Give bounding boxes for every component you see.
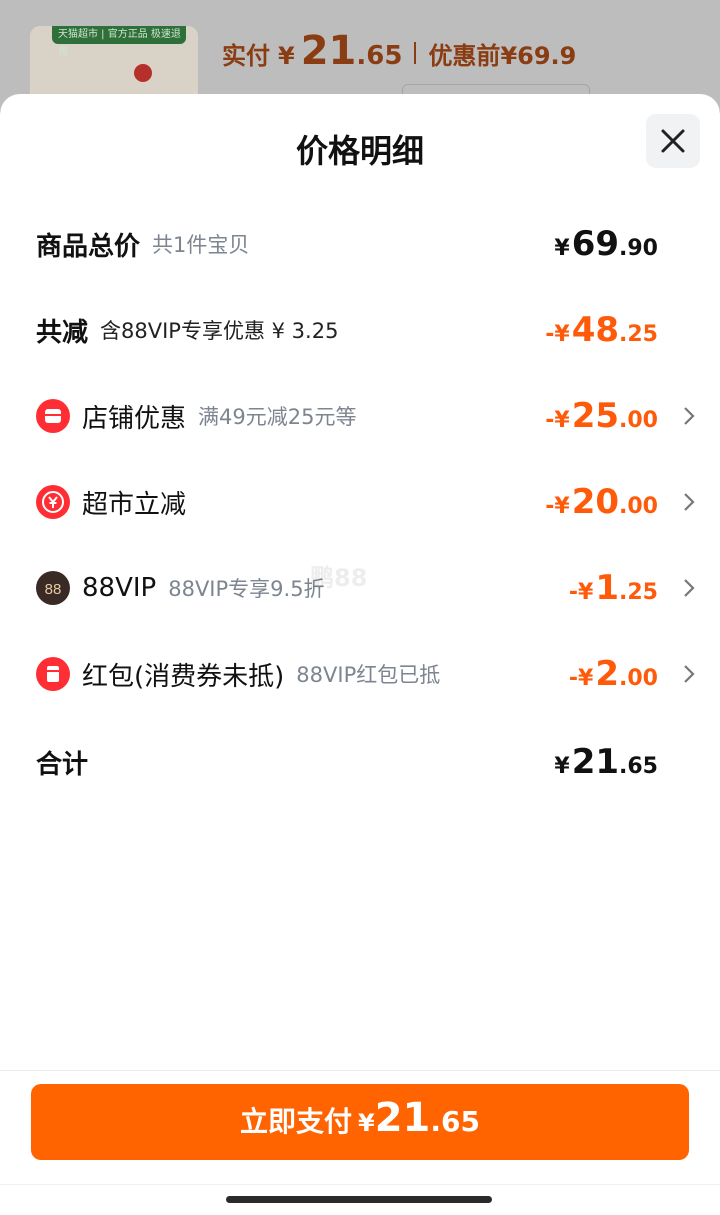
paid-dec: .65	[356, 41, 403, 71]
home-indicator[interactable]	[226, 1196, 492, 1203]
background-price-row: 实付 ¥ 21 .65 优惠前 ¥69.9	[222, 28, 576, 78]
amount-yen: -¥	[545, 408, 570, 433]
amount-dec: .65	[619, 754, 658, 779]
amount-int: 1	[595, 568, 620, 608]
row-sublabel: 共1件宝贝	[152, 233, 250, 257]
sheet-title: 价格明细	[295, 132, 424, 170]
row-shop-discount[interactable]: 店铺优惠 满49元减25元等 -¥ 25 .00	[36, 386, 696, 446]
thumbnail-tag: 天猫超市 | 官方正品 极速退货	[52, 26, 186, 58]
row-amount: -¥ 20 .00	[545, 482, 658, 522]
row-sublabel: 88VIP专享9.5折	[168, 577, 325, 601]
paid-label: 实付	[222, 42, 270, 70]
row-label: 88VIP	[82, 573, 157, 603]
shop-icon	[36, 399, 70, 433]
pay-button-dec: .65	[430, 1105, 480, 1138]
row-sum: 合计 ¥ 21 .65	[36, 732, 696, 792]
footer-divider	[0, 1070, 720, 1071]
amount-dec: .00	[619, 494, 658, 519]
amount-int: 48	[571, 310, 620, 350]
row-goods-total: 商品总价 共1件宝贝 ¥ 69 .90	[36, 214, 696, 274]
paid-yen: ¥	[278, 42, 295, 70]
amount-dec: .90	[619, 236, 658, 261]
amount-int: 69	[571, 224, 620, 264]
row-supermarket-discount[interactable]: 超市立减 -¥ 20 .00	[36, 472, 696, 532]
amount-yen: -¥	[568, 580, 594, 605]
watermark: 鹏88	[310, 564, 368, 592]
row-amount: ¥ 69 .90	[554, 224, 658, 264]
tomato-image	[134, 64, 152, 82]
row-label: 合计	[36, 749, 89, 780]
close-icon	[661, 129, 685, 153]
pay-button-label: 立即支付	[240, 1105, 353, 1138]
amount-dec: .25	[619, 322, 658, 347]
amount-dec: .00	[619, 408, 658, 433]
row-amount: -¥ 48 .25	[545, 310, 658, 350]
88vip-icon: 88	[36, 571, 70, 605]
amount-dec: .25	[619, 580, 658, 605]
chevron-right-icon	[684, 579, 695, 597]
amount-yen: -¥	[568, 666, 594, 691]
row-sublabel: 含88VIP专享优惠 ¥ 3.25	[100, 319, 339, 343]
row-red-packet[interactable]: 红包(消费券未抵) 88VIP红包已抵 -¥ 2 .00	[36, 644, 696, 704]
row-label: 共减	[36, 317, 89, 348]
row-sublabel: 满49元减25元等	[198, 405, 357, 429]
row-label: 超市立减	[82, 489, 187, 520]
row-label: 商品总价	[36, 231, 141, 262]
amount-int: 20	[571, 482, 620, 522]
row-total-reduction: 共减 含88VIP专享优惠 ¥ 3.25 -¥ 48 .25	[36, 300, 696, 360]
close-button[interactable]	[646, 114, 700, 168]
row-amount: -¥ 1 .25	[569, 568, 658, 608]
amount-int: 2	[595, 654, 620, 694]
row-amount: -¥ 25 .00	[545, 396, 658, 436]
amount-yen: ¥	[554, 236, 570, 261]
row-amount: -¥ 2 .00	[569, 654, 658, 694]
amount-yen: -¥	[545, 494, 570, 519]
before-discount-label: 优惠前	[428, 42, 501, 70]
row-sublabel: 88VIP红包已抵	[296, 663, 441, 687]
divider	[414, 42, 417, 64]
chevron-right-icon	[684, 493, 695, 511]
amount-yen: -¥	[545, 322, 570, 347]
pay-now-button[interactable]: 立即支付 ¥ 21 .65	[31, 1084, 689, 1160]
price-detail-sheet: 价格明细 商品总价 共1件宝贝 ¥ 69 .90 共减 含88VIP专享优惠 ¥…	[0, 94, 720, 1215]
amount-dec: .00	[619, 666, 658, 691]
bottom-divider	[0, 1184, 720, 1185]
red-packet-icon	[36, 657, 70, 691]
before-discount-value: ¥69.9	[500, 42, 577, 70]
yen-discount-icon	[36, 485, 70, 519]
chevron-right-icon	[684, 665, 695, 683]
amount-yen: ¥	[554, 754, 570, 779]
row-label: 红包(消费券未抵)	[82, 661, 285, 692]
amount-int: 25	[571, 396, 620, 436]
amount-int: 21	[571, 742, 620, 782]
svg-text:88: 88	[45, 581, 62, 598]
pay-button-int: 21	[374, 1095, 431, 1141]
row-amount: ¥ 21 .65	[554, 742, 658, 782]
pay-button-yen: ¥	[358, 1109, 375, 1137]
row-label: 店铺优惠	[82, 403, 187, 434]
chevron-right-icon	[684, 407, 695, 425]
paid-int: 21	[300, 28, 357, 74]
